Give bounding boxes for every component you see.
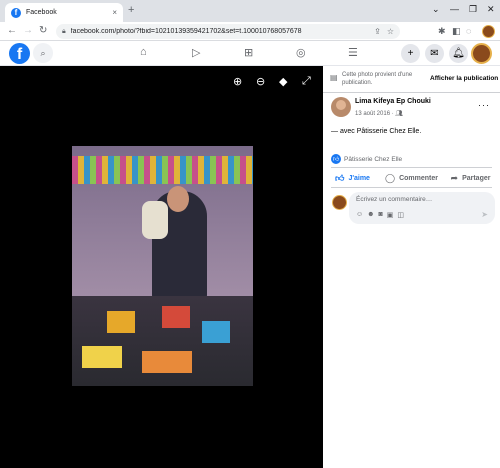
reaction-name[interactable]: Pâtisserie Chez Elle bbox=[344, 156, 402, 163]
messenger-button[interactable]: ✉ bbox=[425, 44, 444, 63]
home-icon[interactable]: ⌂ bbox=[140, 46, 147, 58]
author-name[interactable]: Lima Kifeya Ep Chouki bbox=[355, 98, 431, 105]
close-window-button[interactable]: ✕ bbox=[487, 4, 495, 15]
photo[interactable] bbox=[72, 146, 253, 386]
browser-tab[interactable]: f Facebook × bbox=[5, 3, 123, 22]
fullscreen-icon[interactable]: ⤢ bbox=[302, 75, 311, 88]
author-avatar[interactable] bbox=[331, 97, 351, 117]
post-notice-icon: ▤ bbox=[330, 73, 338, 82]
reactions-summary[interactable]: 👍︎ Pâtisserie Chez Elle bbox=[331, 154, 402, 164]
back-button[interactable]: ← bbox=[7, 25, 17, 36]
zoom-in-icon[interactable]: ⊕ bbox=[233, 75, 242, 88]
address-bar[interactable]: 🔒︎ facebook.com/photo/?fbid=102101393594… bbox=[56, 24, 400, 39]
photo-gift-box bbox=[162, 306, 190, 328]
plus-icon: + bbox=[407, 48, 414, 59]
caption-suffix: . bbox=[419, 128, 422, 135]
avatar-sticker-icon[interactable]: ☺ bbox=[356, 211, 363, 219]
bell-icon: 🔔︎ bbox=[452, 48, 465, 59]
minimize-button[interactable]: — bbox=[450, 4, 459, 14]
bookmark-star-icon[interactable]: ☆ bbox=[387, 27, 394, 36]
tab-close-icon[interactable]: × bbox=[112, 8, 117, 17]
maximize-button[interactable]: ❐ bbox=[469, 4, 477, 15]
like-reaction-icon: 👍︎ bbox=[331, 154, 341, 164]
tagged-page-link[interactable]: Pâtisserie Chez Elle bbox=[357, 128, 420, 135]
caption-prefix: — avec bbox=[331, 128, 357, 135]
facebook-favicon-icon: f bbox=[11, 7, 21, 18]
comment-label: Commenter bbox=[399, 174, 438, 182]
gif-icon[interactable]: ▣ bbox=[387, 211, 394, 219]
view-post-link[interactable]: Afficher la publication bbox=[430, 75, 498, 82]
photo-gift-box bbox=[142, 351, 192, 373]
browser-tabstrip: f Facebook × + ⌄ — ❐ ✕ bbox=[0, 0, 500, 22]
source-notice: ▤ Cette photo provient d'une publication… bbox=[330, 71, 498, 89]
watch-icon[interactable]: ▷ bbox=[192, 46, 200, 59]
tag-icon[interactable]: ◆ bbox=[279, 75, 287, 88]
emoji-icon[interactable]: ☻ bbox=[367, 211, 374, 219]
thumbs-up-icon: 👍︎ bbox=[335, 172, 345, 183]
more-options-button[interactable]: ··· bbox=[478, 100, 490, 110]
extensions-icon[interactable]: ✱ bbox=[438, 26, 446, 37]
account-avatar[interactable] bbox=[471, 43, 492, 64]
side-panel-icon[interactable]: ◧ bbox=[452, 26, 461, 37]
marketplace-icon[interactable]: ⊞ bbox=[244, 46, 253, 59]
groups-icon[interactable]: ◎ bbox=[296, 46, 306, 59]
url-text[interactable]: facebook.com/photo/?fbid=102101393594217… bbox=[71, 28, 368, 35]
post-date-text[interactable]: 13 août 2016 · bbox=[355, 111, 395, 117]
browser-profile-icon[interactable]: ◌ bbox=[466, 26, 471, 36]
search-button[interactable]: ⌕ bbox=[33, 43, 53, 63]
post-panel: ▤ Cette photo provient d'une publication… bbox=[323, 66, 500, 468]
photo-gift-box bbox=[107, 311, 135, 333]
photo-head bbox=[167, 186, 189, 212]
notice-text: Cette photo provient d'une publication. bbox=[342, 72, 413, 86]
send-icon[interactable]: ➤ bbox=[481, 210, 488, 219]
share-page-icon[interactable]: ⇪ bbox=[374, 27, 381, 36]
tab-title: Facebook bbox=[26, 9, 57, 16]
comment-input[interactable]: Écrivez un commentaire… ☺ ☻ ◙ ▣ ◫ ➤ bbox=[349, 192, 495, 224]
commenter-avatar[interactable] bbox=[332, 195, 347, 210]
comment-placeholder[interactable]: Écrivez un commentaire… bbox=[356, 196, 432, 203]
lock-icon[interactable]: 🔒︎ bbox=[62, 28, 66, 36]
photo-child bbox=[142, 201, 168, 239]
browser-toolbar: ← → ↻ 🔒︎ facebook.com/photo/?fbid=102101… bbox=[0, 22, 500, 41]
forward-button[interactable]: → bbox=[23, 25, 33, 36]
share-label: Partager bbox=[462, 174, 491, 182]
menu-icon[interactable]: ☰ bbox=[348, 46, 358, 59]
share-button[interactable]: ➦ Partager bbox=[441, 169, 500, 187]
messenger-icon: ✉ bbox=[430, 48, 439, 59]
post-actions: 👍︎ J'aime ◯ Commenter ➦ Partager bbox=[323, 169, 500, 187]
camera-icon[interactable]: ◙ bbox=[379, 211, 383, 219]
browser-avatar[interactable] bbox=[482, 25, 495, 38]
post-caption: — avec Pâtisserie Chez Elle. bbox=[331, 128, 421, 135]
notifications-button[interactable]: 🔔︎ bbox=[449, 44, 468, 63]
like-button[interactable]: 👍︎ J'aime bbox=[323, 169, 382, 187]
photo-viewer: ⊕ ⊖ ◆ ⤢ bbox=[0, 66, 323, 468]
sticker-icon[interactable]: ◫ bbox=[397, 211, 404, 219]
comment-icon: ◯ bbox=[385, 172, 396, 183]
photo-garland bbox=[72, 156, 253, 184]
divider bbox=[331, 167, 492, 168]
tab-search-icon[interactable]: ⌄ bbox=[432, 4, 440, 15]
photo-gift-box bbox=[202, 321, 230, 343]
photo-gift-box bbox=[82, 346, 122, 368]
new-tab-button[interactable]: + bbox=[128, 4, 134, 16]
facebook-logo[interactable]: f bbox=[9, 43, 30, 64]
create-button[interactable]: + bbox=[401, 44, 420, 63]
post-date[interactable]: 13 août 2016 · 👥︎ bbox=[355, 110, 403, 117]
search-icon: ⌕ bbox=[40, 47, 46, 58]
share-icon: ➦ bbox=[450, 172, 459, 183]
comment-button[interactable]: ◯ Commenter bbox=[382, 169, 441, 187]
comment-tools: ☺ ☻ ◙ ▣ ◫ bbox=[356, 211, 404, 219]
like-label: J'aime bbox=[348, 174, 370, 182]
divider bbox=[323, 92, 500, 93]
divider bbox=[331, 187, 492, 188]
reload-button[interactable]: ↻ bbox=[39, 25, 47, 36]
friends-icon: 👥︎ bbox=[395, 111, 403, 117]
zoom-out-icon[interactable]: ⊖ bbox=[256, 75, 265, 88]
facebook-navbar: f ⌕ ⌂ ▷ ⊞ ◎ ☰ + ✉ 🔔︎ bbox=[0, 41, 500, 66]
